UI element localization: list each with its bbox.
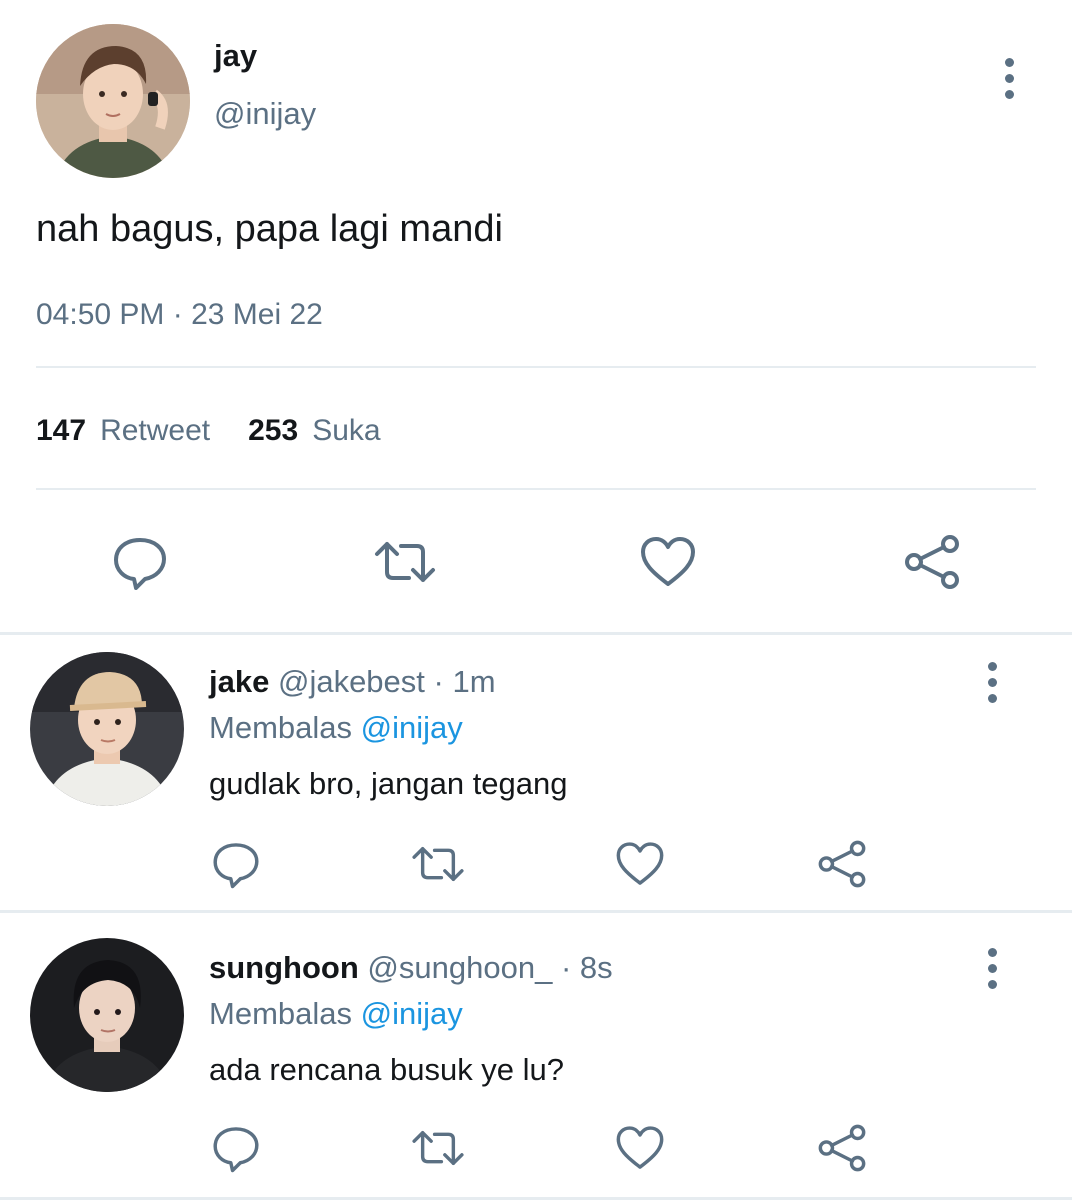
like-stat[interactable]: 253 Suka	[248, 414, 380, 448]
vertical-ellipsis-icon[interactable]	[982, 948, 1002, 989]
avatar[interactable]	[30, 938, 184, 1092]
tweet-text: nah bagus, papa lagi mandi	[36, 208, 503, 250]
speech-bubble-icon	[213, 843, 259, 889]
reply-time[interactable]: 8s	[580, 950, 613, 985]
user-handle[interactable]: @inijay	[214, 96, 316, 132]
retweet-icon	[412, 846, 464, 882]
reply-context-label: Membalas	[209, 996, 352, 1031]
retweet-label: Retweet	[100, 414, 211, 447]
share-button[interactable]	[900, 530, 964, 594]
reply-context-label: Membalas	[209, 710, 352, 745]
like-button[interactable]	[612, 1120, 668, 1176]
retweet-button[interactable]	[408, 836, 468, 892]
divider	[36, 488, 1036, 490]
avatar-photo	[30, 938, 184, 1092]
speech-bubble-icon	[114, 538, 166, 590]
avatar[interactable]	[30, 652, 184, 806]
retweet-button[interactable]	[370, 530, 440, 594]
mention-link[interactable]: @inijay	[361, 996, 463, 1031]
like-label: Suka	[312, 414, 381, 447]
display-name[interactable]: jay	[214, 38, 257, 74]
main-tweet: jay @inijay nah bagus, papa lagi mandi 0…	[0, 0, 1072, 632]
heart-icon	[616, 1126, 664, 1169]
like-button[interactable]	[636, 530, 700, 594]
share-icon	[905, 535, 959, 589]
share-icon	[818, 1124, 866, 1172]
separator-dot: ·	[433, 664, 444, 699]
display-name[interactable]: jake	[209, 664, 269, 699]
like-button[interactable]	[612, 836, 668, 892]
retweet-count: 147	[36, 414, 87, 447]
reply-header: jake @jakebest · 1m	[209, 664, 496, 700]
speech-bubble-icon	[213, 1127, 259, 1173]
share-button[interactable]	[814, 1120, 870, 1176]
avatar-photo	[30, 652, 184, 806]
retweet-button[interactable]	[408, 1120, 468, 1176]
tweet-stats: 147 Retweet 253 Suka	[36, 414, 381, 448]
mention-link[interactable]: @inijay	[361, 710, 463, 745]
share-icon	[818, 840, 866, 888]
like-count: 253	[248, 414, 299, 447]
reply-tweet[interactable]: jake @jakebest · 1m Membalas @inijay gud…	[0, 636, 1072, 910]
section-separator	[0, 910, 1072, 913]
vertical-ellipsis-icon[interactable]	[982, 662, 1002, 703]
reply-text: gudlak bro, jangan tegang	[209, 766, 568, 801]
reply-button[interactable]	[108, 530, 172, 594]
avatar[interactable]	[36, 24, 190, 178]
reply-time[interactable]: 1m	[452, 664, 495, 699]
reply-button[interactable]	[208, 1120, 264, 1176]
user-handle[interactable]: @jakebest	[278, 664, 425, 699]
reply-context: Membalas @inijay	[209, 996, 463, 1032]
heart-icon	[641, 537, 695, 586]
reply-header: sunghoon @sunghoon_ · 8s	[209, 950, 613, 986]
reply-tweet[interactable]: sunghoon @sunghoon_ · 8s Membalas @inija…	[0, 914, 1072, 1200]
reply-button[interactable]	[208, 836, 264, 892]
divider	[36, 366, 1036, 368]
retweet-icon	[412, 1130, 464, 1166]
separator-dot: ·	[560, 950, 572, 985]
vertical-ellipsis-icon[interactable]	[999, 58, 1019, 99]
reply-text: ada rencana busuk ye lu?	[209, 1052, 565, 1087]
avatar-photo	[36, 24, 190, 178]
retweet-icon	[375, 542, 435, 582]
share-button[interactable]	[814, 836, 870, 892]
reply-context: Membalas @inijay	[209, 710, 463, 746]
section-separator	[0, 632, 1072, 635]
tweet-timestamp[interactable]: 04:50 PM · 23 Mei 22	[36, 298, 323, 332]
user-handle[interactable]: @sunghoon_	[367, 950, 552, 985]
retweet-stat[interactable]: 147 Retweet	[36, 414, 210, 448]
heart-icon	[616, 842, 664, 885]
display-name[interactable]: sunghoon	[209, 950, 359, 985]
